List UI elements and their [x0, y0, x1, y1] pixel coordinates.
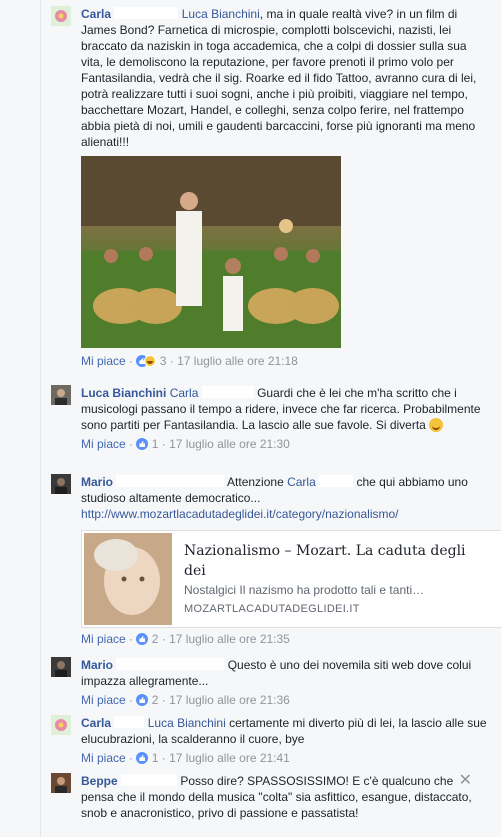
redacted-surname — [121, 774, 178, 786]
link-preview-thumbnail — [84, 533, 172, 625]
separator: · — [169, 354, 174, 368]
link-preview-description: Nostalgici Il nazismo ha prodotto tali e… — [184, 583, 425, 597]
like-button[interactable]: Mi piace — [81, 693, 126, 707]
separator: · — [129, 354, 134, 368]
link-preview-title[interactable]: Nazionalismo – Mozart. La caduta degli d… — [184, 541, 484, 581]
author-name[interactable]: Mario — [81, 475, 113, 489]
redacted-surname — [201, 386, 254, 398]
comment-item: Carla Luca Bianchini certamente mi diver… — [51, 715, 491, 767]
separator: · — [129, 751, 134, 765]
like-reaction-icon — [136, 438, 149, 450]
timestamp[interactable]: 17 luglio alle ore 21:35 — [169, 632, 290, 646]
comment-meta: Mi piace · 1 · 17 luglio alle ore 21:30 — [81, 435, 491, 453]
close-icon[interactable]: ✕ — [459, 770, 472, 790]
separator: · — [161, 632, 166, 646]
like-reaction-icon — [136, 694, 149, 706]
comment-text: Carla Luca Bianchini certamente mi diver… — [81, 715, 491, 747]
like-reaction-icon — [136, 752, 149, 764]
redacted-surname — [116, 658, 225, 670]
redacted-surname — [114, 7, 179, 19]
separator: · — [129, 437, 134, 451]
reaction-count[interactable]: 2 — [152, 693, 159, 707]
comment-meta: Mi piace · 3 · 17 luglio alle ore 21:18 — [81, 352, 491, 370]
tagged-user[interactable]: Carla — [287, 475, 316, 489]
comment-meta: Mi piace · 2 · 17 luglio alle ore 21:35 — [81, 630, 491, 648]
comment-item: Carla Luca Bianchini, ma in quale realtà… — [51, 6, 491, 370]
comment-link[interactable]: http://www.mozartlacadutadeglidei.it/cat… — [81, 507, 399, 521]
comment-meta: Mi piace · 1 · 17 luglio alle ore 21:41 — [81, 749, 491, 767]
redacted-surname — [114, 716, 145, 728]
avatar[interactable] — [51, 474, 71, 494]
author-name[interactable]: Carla — [81, 7, 111, 21]
author-name[interactable]: Luca Bianchini — [81, 386, 166, 400]
timestamp[interactable]: 17 luglio alle ore 21:36 — [169, 693, 290, 707]
author-name[interactable]: Mario — [81, 658, 113, 672]
like-button[interactable]: Mi piace — [81, 751, 126, 765]
comment-text: Carla Luca Bianchini, ma in quale realtà… — [81, 6, 491, 150]
avatar[interactable] — [51, 715, 71, 735]
left-rail — [0, 0, 40, 837]
author-name[interactable]: Beppe — [81, 774, 118, 788]
avatar[interactable] — [51, 385, 71, 405]
like-button[interactable]: Mi piace — [81, 354, 126, 368]
timestamp[interactable]: 17 luglio alle ore 21:41 — [169, 751, 290, 765]
comment-item: Mario Attenzione Carla che qui abbiamo u… — [51, 474, 501, 648]
tagged-user[interactable]: Luca Bianchini — [182, 7, 260, 21]
like-reaction-icon — [136, 633, 149, 645]
separator: · — [129, 693, 134, 707]
timestamp[interactable]: 17 luglio alle ore 21:30 — [169, 437, 290, 451]
separator: · — [161, 693, 166, 707]
comment-item: Beppe Posso dire? SPASSOSISSIMO! E c'è q… — [51, 773, 491, 821]
reaction-count[interactable]: 1 — [152, 437, 159, 451]
like-button[interactable]: Mi piace — [81, 632, 126, 646]
author-name[interactable]: Carla — [81, 716, 111, 730]
separator: · — [129, 632, 134, 646]
redacted-surname — [116, 475, 225, 487]
timestamp[interactable]: 17 luglio alle ore 21:18 — [177, 354, 298, 368]
comment-item: Luca Bianchini Carla Guardi che è lei ch… — [51, 385, 491, 453]
comment-thread: Carla Luca Bianchini, ma in quale realtà… — [40, 0, 501, 837]
comment-text: Mario Attenzione Carla che qui abbiamo u… — [81, 474, 491, 522]
link-preview-domain: MOZARTLACADUTADEGLIDEI.IT — [184, 603, 360, 615]
comment-text: Luca Bianchini Carla Guardi che è lei ch… — [81, 385, 491, 433]
link-preview-card[interactable]: Nazionalismo – Mozart. La caduta degli d… — [81, 530, 501, 628]
avatar[interactable] — [51, 657, 71, 677]
comment-text: Beppe Posso dire? SPASSOSISSIMO! E c'è q… — [81, 773, 477, 821]
tagged-user[interactable]: Luca Bianchini — [148, 716, 226, 730]
haha-reaction-icon — [144, 355, 157, 367]
redacted-surname — [319, 475, 354, 487]
avatar[interactable] — [51, 773, 71, 793]
avatar[interactable] — [51, 6, 71, 26]
reaction-count[interactable]: 1 — [152, 751, 159, 765]
comment-text: Mario Questo è uno dei novemila siti web… — [81, 657, 491, 689]
comment-item: Mario Questo è uno dei novemila siti web… — [51, 657, 491, 709]
like-button[interactable]: Mi piace — [81, 437, 126, 451]
comment-body: , ma in quale realtà vive? in un film di… — [81, 7, 477, 149]
reaction-count[interactable]: 3 — [160, 354, 167, 368]
separator: · — [161, 437, 166, 451]
comment-photo[interactable] — [81, 156, 341, 348]
smiley-emoji-icon — [429, 418, 444, 432]
comment-body: Attenzione — [227, 475, 284, 489]
separator: · — [161, 751, 166, 765]
tagged-user[interactable]: Carla — [170, 386, 199, 400]
comment-meta: Mi piace · 2 · 17 luglio alle ore 21:36 — [81, 691, 491, 709]
reaction-count[interactable]: 2 — [152, 632, 159, 646]
